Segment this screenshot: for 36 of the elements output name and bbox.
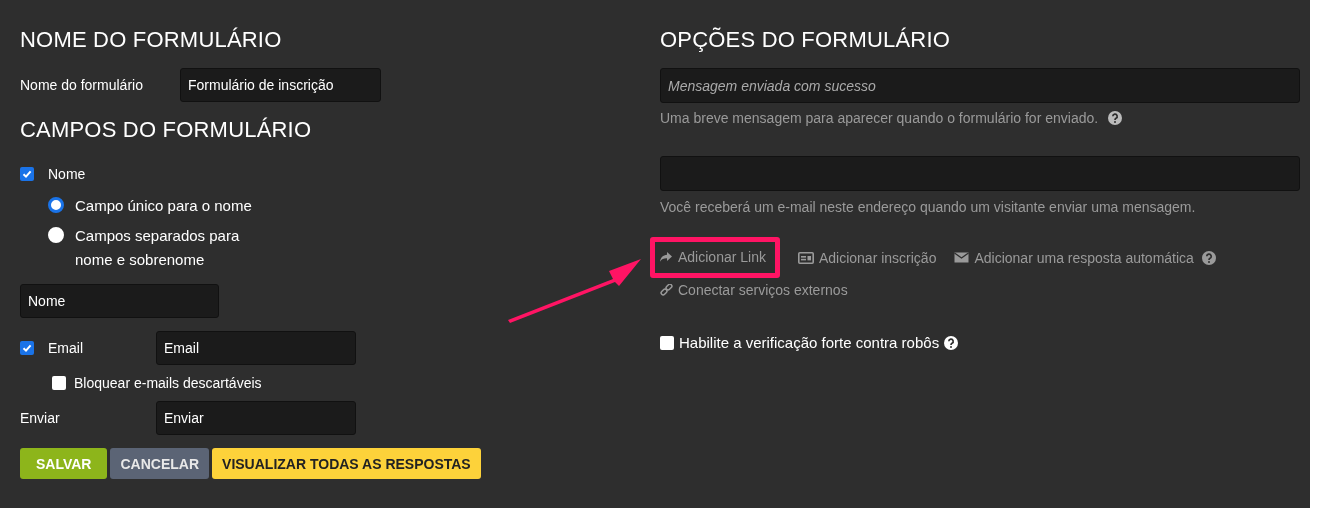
section-title: OPÇÕES DO FORMULÁRIO <box>660 26 952 54</box>
checkbox[interactable] <box>660 335 674 350</box>
checkbox-label: Bloquear e-mails descartáveis <box>74 375 262 391</box>
cancel-button[interactable]: CANCELAR <box>110 448 210 479</box>
checkbox-label: Email <box>48 340 83 356</box>
section-title: CAMPOS DO FORMULÁRIO <box>20 116 313 144</box>
hint-text: Uma breve mensagem para aparecer quando o formulário for enviado. <box>660 110 1099 126</box>
chain-link-icon <box>660 283 673 297</box>
radio-label: Campos separados para nome e sobrenome <box>75 226 241 270</box>
radio-button[interactable] <box>48 197 64 213</box>
checkbox-label: Habilite a verificação forte contra robôs <box>679 334 940 351</box>
input-field[interactable]: Nome <box>20 284 219 318</box>
action-link[interactable]: Adicionar inscrição <box>797 249 937 266</box>
action-link[interactable]: Adicionar Link <box>659 249 766 265</box>
checkbox[interactable] <box>52 376 66 390</box>
input-field[interactable]: Formulário de inscrição <box>180 68 381 102</box>
checkbox[interactable] <box>20 167 34 181</box>
help-icon[interactable] <box>1108 111 1123 125</box>
input-field[interactable]: Email <box>156 331 356 365</box>
hint-text: Você receberá um e-mail neste endereço quando um visitante enviar uma mensagem. <box>660 199 1197 215</box>
help-icon[interactable] <box>944 335 959 350</box>
envelope-icon <box>954 252 970 263</box>
radio-label: Campo único para o nome <box>75 196 253 216</box>
view-responses-button[interactable]: VISUALIZAR TODAS AS RESPOSTAS <box>212 448 481 479</box>
field-label: Enviar <box>20 410 61 426</box>
field-label: Nome do formulário <box>20 77 144 93</box>
section-title: NOME DO FORMULÁRIO <box>20 26 283 54</box>
action-link[interactable]: Conectar serviços externos <box>660 282 848 298</box>
checkbox[interactable] <box>20 341 34 355</box>
checkbox-label: Nome <box>48 166 86 182</box>
id-card-icon <box>797 251 814 264</box>
message-field[interactable]: Mensagem enviada com sucesso <box>660 68 1300 103</box>
action-link[interactable]: Adicionar uma resposta automática <box>954 249 1194 266</box>
share-arrow-icon <box>659 251 673 263</box>
input-field[interactable]: Enviar <box>156 401 356 435</box>
email-field[interactable] <box>660 156 1300 191</box>
